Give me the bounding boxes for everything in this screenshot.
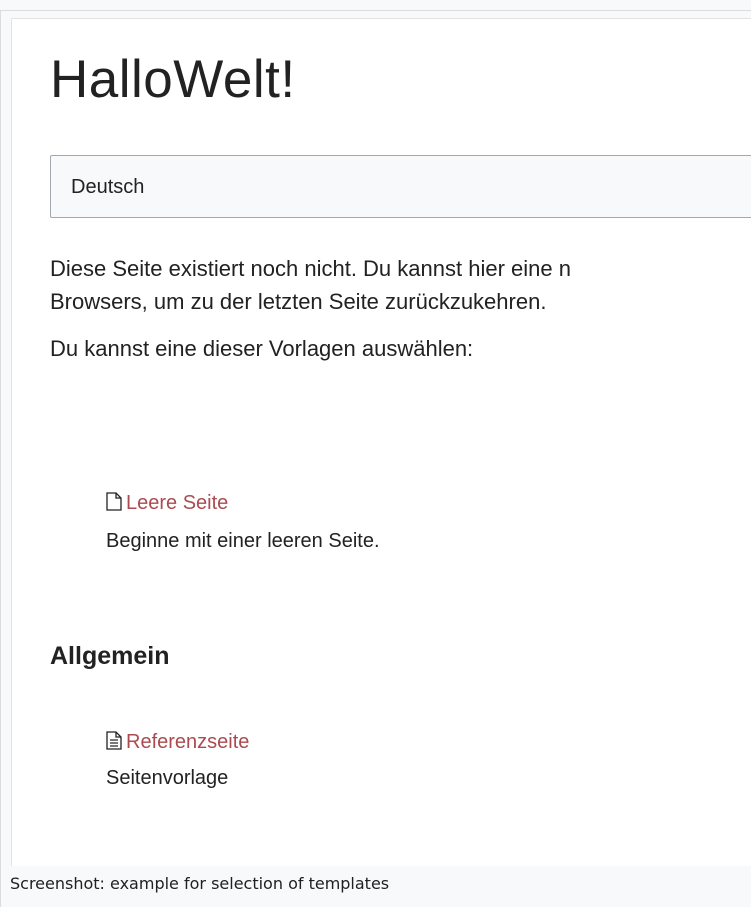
template-link-reference-page[interactable]: Referenzseite xyxy=(106,731,249,756)
section-heading-general: Allgemein xyxy=(50,642,170,670)
template-blank-page-description: Beginne mit einer leeren Seite. xyxy=(106,530,380,552)
template-link-reference-page-label: Referenzseite xyxy=(126,731,250,753)
intro-text-line-1: Diese Seite existiert noch nicht. Du kan… xyxy=(50,256,571,281)
screenshot-frame: HalloWelt! Deutsch Diese Seite existiert… xyxy=(0,10,751,907)
language-select-value: Deutsch xyxy=(71,176,145,198)
choose-template-text: Du kannst eine dieser Vorlagen auswählen… xyxy=(50,336,474,361)
page-content: HalloWelt! Deutsch Diese Seite existiert… xyxy=(11,18,751,866)
text-page-icon xyxy=(106,731,122,756)
image-caption: Screenshot: example for selection of tem… xyxy=(10,874,390,893)
blank-page-icon xyxy=(106,492,122,517)
page-title: HalloWelt! xyxy=(50,50,296,109)
template-link-blank-page-label: Leere Seite xyxy=(126,492,229,514)
language-select[interactable]: Deutsch xyxy=(50,155,751,218)
template-reference-page-description: Seitenvorlage xyxy=(106,767,229,789)
intro-text-line-2: Browsers, um zu der letzten Seite zurück… xyxy=(50,289,547,314)
template-link-blank-page[interactable]: Leere Seite xyxy=(106,492,228,517)
